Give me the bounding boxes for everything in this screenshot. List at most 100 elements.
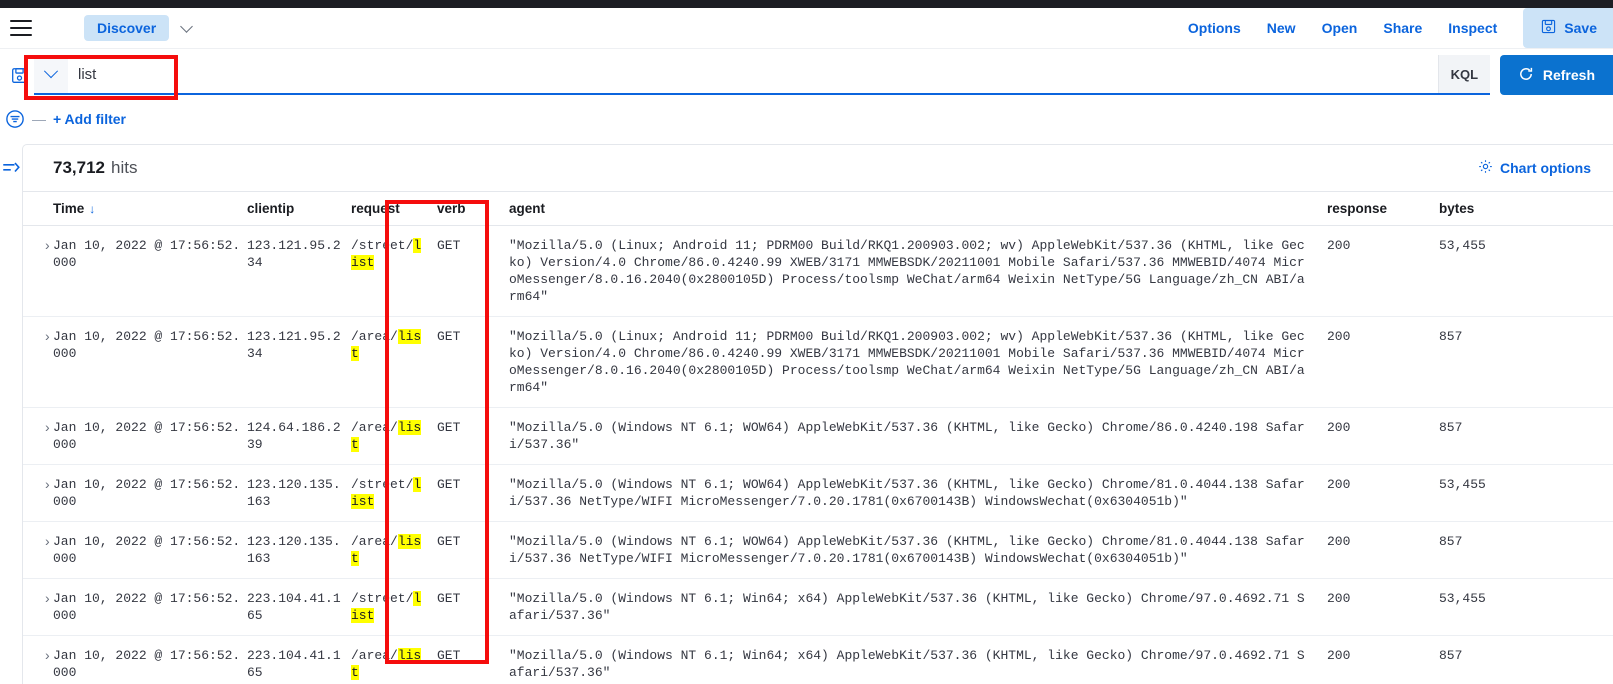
cell-verb: GET: [437, 407, 509, 465]
table-row[interactable]: › Jan 10, 2022 @ 17:56:52.000 123.120.135.…: [23, 521, 1613, 579]
cell-bytes: 53,455: [1439, 464, 1613, 522]
app-badge-label: D: [51, 20, 63, 36]
chevron-down-icon[interactable]: [181, 21, 195, 35]
chart-options-label: Chart options: [1500, 160, 1591, 176]
cell-agent: "Mozilla/5.0 (Windows NT 6.1; Win64; x64…: [509, 635, 1327, 684]
column-header-verb[interactable]: verb: [437, 192, 509, 226]
table-row[interactable]: › Jan 10, 2022 @ 17:56:52.000 223.104.41.1…: [23, 578, 1613, 636]
row-expand-toggle[interactable]: ›: [23, 464, 53, 522]
column-header-time-label: Time: [53, 201, 85, 216]
column-header-request[interactable]: request: [351, 192, 437, 226]
cell-time: Jan 10, 2022 @ 17:56:52.000: [53, 225, 247, 317]
query-language-badge[interactable]: KQL: [1437, 55, 1490, 93]
cell-verb: GET: [437, 521, 509, 579]
global-header: D Discover Options New Open Share Inspec…: [0, 8, 1613, 49]
cell-time: Jan 10, 2022 @ 17:56:52.000: [53, 407, 247, 465]
cell-response: 200: [1327, 225, 1439, 317]
table-head: Time ↓ clientip request verb agent respon…: [23, 192, 1613, 226]
query-input-container: KQL: [34, 55, 1490, 95]
cell-request: /area/list: [351, 635, 437, 684]
query-dropdown-icon[interactable]: [34, 55, 68, 93]
table-header-row: Time ↓ clientip request verb agent respon…: [23, 192, 1613, 226]
column-header-clientip[interactable]: clientip: [247, 192, 351, 226]
column-header-bytes[interactable]: bytes: [1439, 192, 1613, 226]
cell-response: 200: [1327, 521, 1439, 579]
hamburger-icon[interactable]: [10, 20, 32, 36]
options-button[interactable]: Options: [1188, 20, 1241, 36]
row-expand-toggle[interactable]: ›: [23, 635, 53, 684]
chevron-right-icon[interactable]: ›: [45, 419, 50, 435]
cell-time: Jan 10, 2022 @ 17:56:52.000: [53, 578, 247, 636]
cell-bytes: 857: [1439, 407, 1613, 465]
share-button[interactable]: Share: [1383, 20, 1422, 36]
cell-verb: GET: [437, 225, 509, 317]
cell-time: Jan 10, 2022 @ 17:56:52.000: [53, 464, 247, 522]
cell-request: /area/list: [351, 316, 437, 408]
request-prefix: /area/: [351, 420, 398, 435]
cell-verb: GET: [437, 464, 509, 522]
open-button[interactable]: Open: [1322, 20, 1358, 36]
cell-request: /street/list: [351, 578, 437, 636]
column-header-agent[interactable]: agent: [509, 192, 1327, 226]
table-row[interactable]: › Jan 10, 2022 @ 17:56:52.000 223.104.41.1…: [23, 635, 1613, 684]
search-input[interactable]: [68, 55, 1438, 93]
request-prefix: /street/: [351, 238, 414, 253]
row-expand-toggle[interactable]: ›: [23, 407, 53, 465]
chart-options-button[interactable]: Chart options: [1478, 159, 1591, 177]
cell-request: /street/list: [351, 225, 437, 317]
hits-count: 73,712: [53, 158, 105, 177]
filter-icon[interactable]: [5, 109, 25, 129]
save-button[interactable]: Save: [1523, 8, 1613, 48]
saved-query-icon[interactable]: [6, 62, 32, 88]
cell-clientip: 223.104.41.165: [247, 578, 351, 636]
row-expand-toggle[interactable]: ›: [23, 521, 53, 579]
row-expand-toggle[interactable]: ›: [23, 316, 53, 408]
refresh-icon: [1518, 66, 1534, 85]
request-prefix: /area/: [351, 648, 398, 663]
cell-time: Jan 10, 2022 @ 17:56:52.000: [53, 521, 247, 579]
column-header-time[interactable]: Time ↓: [53, 192, 247, 226]
query-bar: KQL Refresh: [0, 50, 1613, 100]
row-expand-toggle[interactable]: ›: [23, 225, 53, 317]
chevron-right-icon[interactable]: ›: [45, 647, 50, 663]
cell-bytes: 857: [1439, 635, 1613, 684]
kibana-discover-app: D Discover Options New Open Share Inspec…: [0, 0, 1613, 684]
chevron-right-icon[interactable]: ›: [45, 237, 50, 253]
add-filter-button[interactable]: + Add filter: [53, 111, 126, 127]
expand-sidebar-icon[interactable]: [2, 158, 22, 178]
row-expand-toggle[interactable]: ›: [23, 578, 53, 636]
hits-label: hits: [111, 158, 138, 177]
table-row[interactable]: › Jan 10, 2022 @ 17:56:52.000 124.64.186.2…: [23, 407, 1613, 465]
cell-clientip: 223.104.41.165: [247, 635, 351, 684]
window-top-strip: [0, 0, 1613, 8]
cell-bytes: 857: [1439, 521, 1613, 579]
new-button[interactable]: New: [1267, 20, 1296, 36]
breadcrumb-discover[interactable]: Discover: [84, 15, 170, 41]
cell-agent: "Mozilla/5.0 (Windows NT 6.1; Win64; x64…: [509, 578, 1327, 636]
app-badge[interactable]: D: [44, 15, 70, 41]
chevron-right-icon[interactable]: ›: [45, 328, 50, 344]
table-row[interactable]: › Jan 10, 2022 @ 17:56:52.000 123.121.95.2…: [23, 225, 1613, 317]
column-header-toggle: [23, 192, 53, 226]
chevron-right-icon[interactable]: ›: [45, 533, 50, 549]
request-prefix: /area/: [351, 534, 398, 549]
inspect-button[interactable]: Inspect: [1448, 20, 1497, 36]
cell-agent: "Mozilla/5.0 (Linux; Android 11; PDRM00 …: [509, 225, 1327, 317]
column-header-response[interactable]: response: [1327, 192, 1439, 226]
table-row[interactable]: › Jan 10, 2022 @ 17:56:52.000 123.120.135.…: [23, 464, 1613, 522]
sort-arrow-icon[interactable]: ↓: [89, 202, 95, 216]
gear-icon: [1478, 159, 1493, 177]
cell-request: /street/list: [351, 464, 437, 522]
cell-response: 200: [1327, 316, 1439, 408]
panel-header: 73,712 hits Chart options: [23, 145, 1613, 192]
cell-clientip: 124.64.186.239: [247, 407, 351, 465]
chevron-right-icon[interactable]: ›: [45, 476, 50, 492]
cell-agent: "Mozilla/5.0 (Windows NT 6.1; WOW64) App…: [509, 521, 1327, 579]
chevron-right-icon[interactable]: ›: [45, 590, 50, 606]
cell-response: 200: [1327, 464, 1439, 522]
refresh-button[interactable]: Refresh: [1499, 55, 1613, 95]
table-row[interactable]: › Jan 10, 2022 @ 17:56:52.000 123.121.95.2…: [23, 316, 1613, 408]
cell-request: /area/list: [351, 407, 437, 465]
refresh-button-label: Refresh: [1542, 67, 1595, 83]
save-button-label: Save: [1564, 20, 1597, 36]
